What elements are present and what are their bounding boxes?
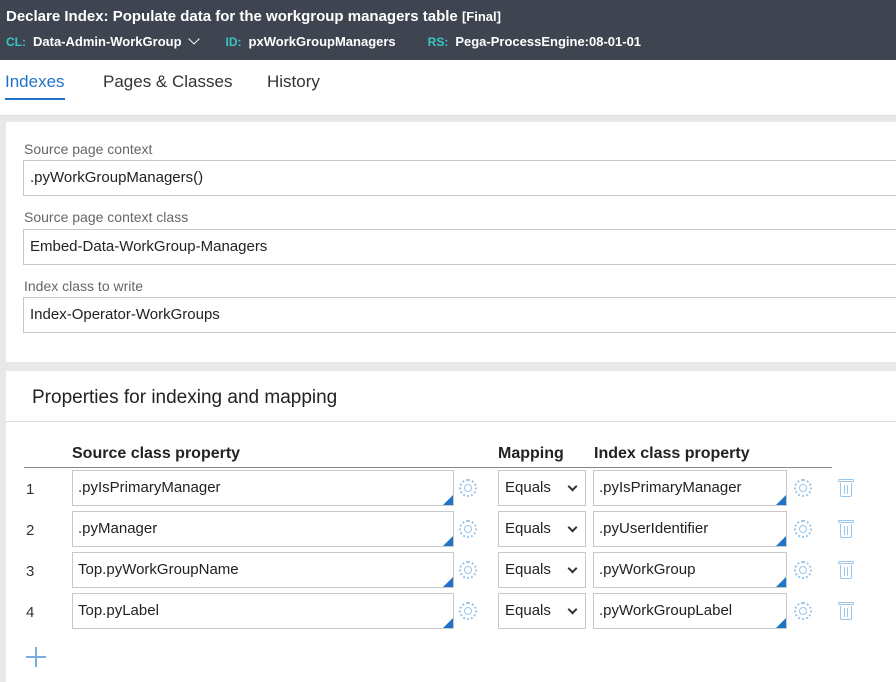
rule-header: Declare Index: Populate data for the wor… — [0, 0, 896, 60]
trash-can — [840, 606, 852, 620]
index-class-input[interactable]: Index-Operator-WorkGroups — [23, 297, 896, 333]
source-property-input[interactable]: Top.pyLabel — [72, 593, 454, 629]
row-number: 4 — [26, 604, 35, 621]
index-class-label: Index class to write — [24, 278, 144, 294]
source-property-value: .pyManager — [78, 520, 158, 537]
mapping-select[interactable]: Equals — [498, 511, 586, 547]
source-context-input[interactable]: .pyWorkGroupManagers() — [23, 160, 896, 196]
source-property-value: .pyIsPrimaryManager — [78, 479, 221, 496]
trash-lid — [838, 520, 854, 523]
col-header-mapping: Mapping — [498, 445, 564, 462]
gear-icon[interactable] — [459, 479, 477, 497]
gear-icon[interactable] — [794, 520, 812, 538]
source-class-input[interactable]: Embed-Data-WorkGroup-Managers — [23, 229, 896, 265]
plus-icon[interactable] — [26, 647, 46, 667]
index-settings-panel: Source page context .pyWorkGroupManagers… — [6, 122, 896, 362]
gear-icon[interactable] — [794, 602, 812, 620]
autocomplete-corner-icon — [443, 618, 453, 628]
trash-can — [840, 483, 852, 497]
trash-icon[interactable] — [838, 560, 854, 580]
col-header-index: Index class property — [594, 445, 750, 462]
source-property-value: Top.pyLabel — [78, 602, 159, 619]
source-context-label: Source page context — [24, 141, 153, 157]
trash-lid — [838, 561, 854, 564]
trash-can — [840, 524, 852, 538]
source-property-input[interactable]: .pyIsPrimaryManager — [72, 470, 454, 506]
mapping-value: Equals — [505, 602, 551, 619]
table-row: 3 Top.pyWorkGroupName Equals .pyWorkGrou… — [6, 552, 896, 592]
source-property-value: Top.pyWorkGroupName — [78, 561, 239, 578]
id-key: ID: — [225, 34, 242, 49]
cl-key: CL: — [6, 34, 26, 49]
mapping-select[interactable]: Equals — [498, 470, 586, 506]
properties-title: Properties for indexing and mapping — [32, 387, 338, 408]
source-class-label: Source page context class — [24, 209, 189, 225]
trash-can — [840, 565, 852, 579]
index-property-input[interactable]: .pyIsPrimaryManager — [593, 470, 787, 506]
gear-icon[interactable] — [459, 561, 477, 579]
table-row: 2 .pyManager Equals .pyUserIdentifier — [6, 511, 896, 551]
tab-bar: Indexes Pages & Classes History — [0, 60, 896, 116]
chevron-down-icon — [567, 563, 578, 574]
chevron-down-icon — [567, 522, 578, 533]
gear-icon[interactable] — [794, 479, 812, 497]
cl-value[interactable]: Data-Admin-WorkGroup — [33, 34, 182, 49]
autocomplete-corner-icon — [776, 577, 786, 587]
index-property-value: .pyIsPrimaryManager — [599, 479, 742, 496]
col-header-source: Source class property — [72, 445, 241, 462]
index-property-input[interactable]: .pyWorkGroup — [593, 552, 787, 588]
mapping-select[interactable]: Equals — [498, 552, 586, 588]
index-property-value: .pyWorkGroup — [599, 561, 696, 578]
source-property-input[interactable]: Top.pyWorkGroupName — [72, 552, 454, 588]
source-property-input[interactable]: .pyManager — [72, 511, 454, 547]
chevron-down-icon[interactable] — [187, 33, 200, 45]
rule-title: Declare Index: Populate data for the wor… — [6, 8, 501, 25]
gear-icon[interactable] — [459, 602, 477, 620]
properties-panel: Properties for indexing and mapping Sour… — [6, 371, 896, 682]
mapping-value: Equals — [505, 479, 551, 496]
autocomplete-corner-icon — [443, 536, 453, 546]
mapping-select[interactable]: Equals — [498, 593, 586, 629]
gear-icon[interactable] — [794, 561, 812, 579]
rs-key: RS: — [427, 34, 449, 49]
trash-icon[interactable] — [838, 519, 854, 539]
chevron-down-icon — [567, 481, 578, 492]
autocomplete-corner-icon — [776, 536, 786, 546]
tab-indexes[interactable]: Indexes — [5, 72, 65, 100]
index-property-input[interactable]: .pyUserIdentifier — [593, 511, 787, 547]
chevron-down-icon — [567, 604, 578, 615]
index-property-input[interactable]: .pyWorkGroupLabel — [593, 593, 787, 629]
tab-history[interactable]: History — [267, 72, 320, 100]
trash-icon[interactable] — [838, 478, 854, 498]
trash-lid — [838, 602, 854, 605]
autocomplete-corner-icon — [443, 577, 453, 587]
divider — [6, 421, 896, 422]
autocomplete-corner-icon — [776, 618, 786, 628]
gear-icon[interactable] — [459, 520, 477, 538]
index-property-value: .pyWorkGroupLabel — [599, 602, 733, 619]
index-property-value: .pyUserIdentifier — [599, 520, 709, 537]
row-number: 3 — [26, 563, 35, 580]
id-value: pxWorkGroupManagers — [248, 34, 396, 49]
trash-icon[interactable] — [838, 601, 854, 621]
tab-pages-classes[interactable]: Pages & Classes — [103, 72, 232, 100]
autocomplete-corner-icon — [776, 495, 786, 505]
mapping-value: Equals — [505, 520, 551, 537]
table-row: 1 .pyIsPrimaryManager Equals .pyIsPrimar… — [6, 470, 896, 510]
rule-meta: CL: Data-Admin-WorkGroup ID: pxWorkGroup… — [6, 33, 673, 49]
rs-value: Pega-ProcessEngine:08-01-01 — [455, 34, 642, 49]
rule-status: [Final] — [461, 9, 501, 24]
header-underline — [24, 467, 832, 468]
table-row: 4 Top.pyLabel Equals .pyWorkGroupLabel — [6, 593, 896, 633]
trash-lid — [838, 479, 854, 482]
row-number: 2 — [26, 522, 35, 539]
autocomplete-corner-icon — [443, 495, 453, 505]
mapping-value: Equals — [505, 561, 551, 578]
rule-title-text: Declare Index: Populate data for the wor… — [6, 8, 458, 25]
row-number: 1 — [26, 481, 35, 498]
